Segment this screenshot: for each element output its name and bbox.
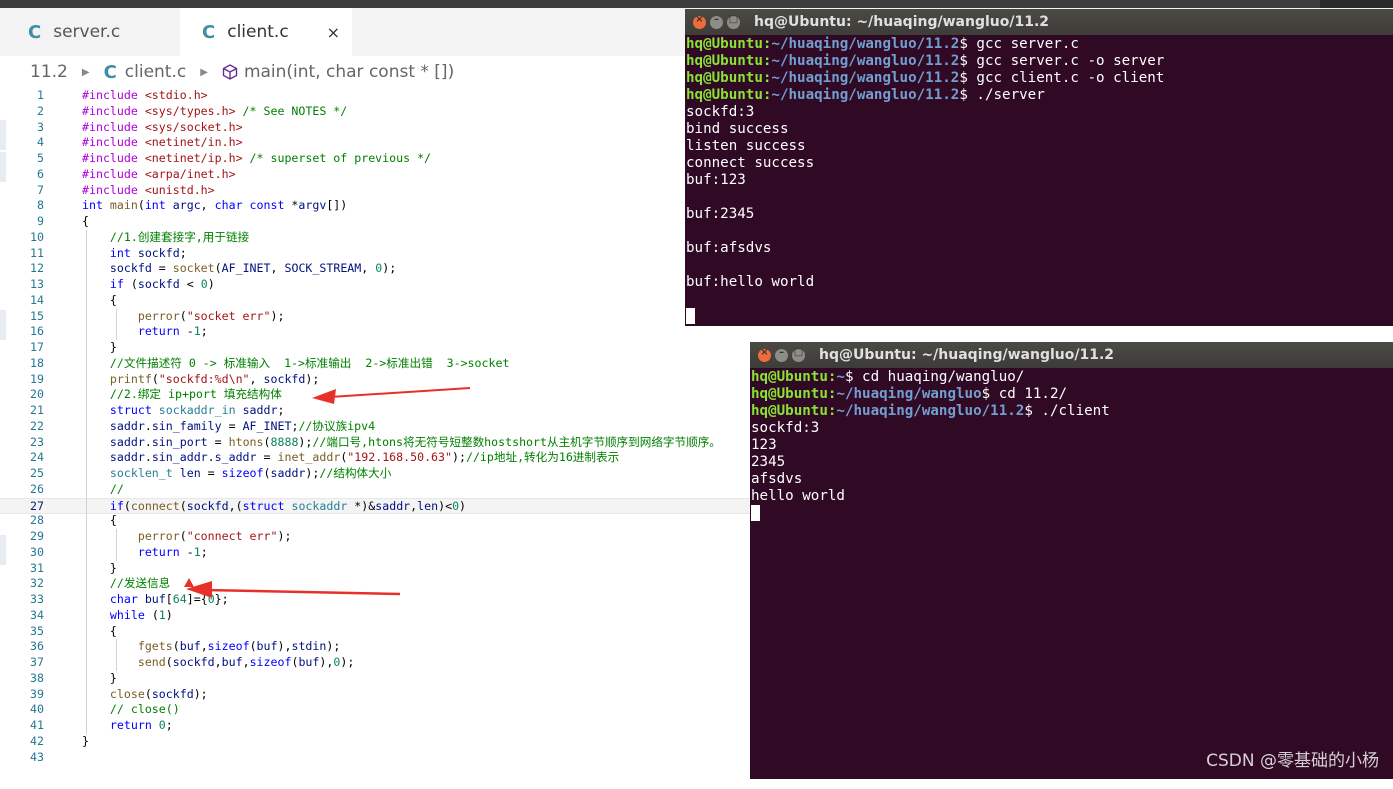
- annotation-arrow-icon: [186, 581, 401, 598]
- annotation-overlay: [184, 387, 471, 598]
- annotation-marker-icon: [184, 578, 194, 587]
- annotation-arrow-icon: [312, 387, 471, 404]
